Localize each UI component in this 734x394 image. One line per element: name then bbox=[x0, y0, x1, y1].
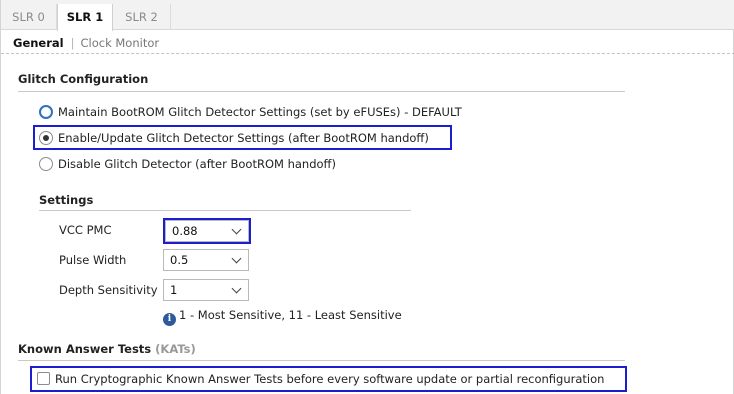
vcc-pmc-value: 0.88 bbox=[172, 224, 198, 238]
kat-section-rule bbox=[18, 360, 625, 361]
kat-title-suffix: (KATs) bbox=[155, 342, 196, 356]
pulse-width-label: Pulse Width bbox=[59, 253, 127, 267]
chevron-down-icon bbox=[231, 283, 242, 294]
tab-clock-monitor[interactable]: Clock Monitor bbox=[80, 36, 159, 50]
configuration-panel: SLR 0 SLR 1 SLR 2 General | Clock Monitor … bbox=[0, 0, 734, 394]
radio-label: Enable/Update Glitch Detector Settings (… bbox=[58, 131, 429, 145]
sub-tab-bar: General | Clock Monitor bbox=[13, 35, 159, 51]
radio-button[interactable] bbox=[39, 131, 53, 145]
settings-heading: Settings bbox=[39, 193, 94, 207]
kat-checkbox-label: Run Cryptographic Known Answer Tests bef… bbox=[55, 372, 605, 386]
sensitivity-hint: i1 - Most Sensitive, 11 - Least Sensitiv… bbox=[163, 307, 402, 326]
pulse-width-value: 0.5 bbox=[170, 253, 189, 267]
tab-slr-0[interactable]: SLR 0 bbox=[1, 4, 57, 30]
depth-sensitivity-select[interactable]: 1 bbox=[163, 279, 249, 301]
kat-checkbox[interactable] bbox=[37, 372, 50, 385]
divider bbox=[1, 53, 734, 54]
depth-sensitivity-label: Depth Sensitivity bbox=[59, 283, 158, 297]
chevron-down-icon bbox=[231, 253, 242, 264]
kat-title: Known Answer Tests bbox=[18, 342, 152, 356]
tab-separator: | bbox=[70, 36, 75, 50]
radio-button[interactable] bbox=[39, 157, 53, 171]
settings-section-rule bbox=[39, 210, 411, 211]
chevron-down-icon bbox=[231, 224, 242, 235]
glitch-section-rule bbox=[18, 91, 625, 92]
vcc-pmc-label: VCC PMC bbox=[59, 223, 112, 237]
tab-slr-2[interactable]: SLR 2 bbox=[113, 4, 171, 30]
slr-tab-bar: SLR 0 SLR 1 SLR 2 bbox=[1, 0, 734, 31]
glitch-configuration-heading: Glitch Configuration bbox=[18, 72, 149, 86]
radio-button[interactable] bbox=[39, 105, 53, 119]
info-icon: i bbox=[163, 313, 176, 326]
sensitivity-hint-text: 1 - Most Sensitive, 11 - Least Sensitive bbox=[179, 308, 402, 322]
depth-sensitivity-value: 1 bbox=[170, 283, 178, 297]
kat-heading: Known Answer Tests (KATs) bbox=[18, 342, 196, 356]
tab-general[interactable]: General bbox=[13, 36, 64, 50]
vcc-pmc-select[interactable]: 0.88 bbox=[165, 220, 249, 242]
tab-slr-1[interactable]: SLR 1 bbox=[57, 4, 113, 31]
radio-label: Maintain BootROM Glitch Detector Setting… bbox=[58, 105, 462, 119]
pulse-width-select[interactable]: 0.5 bbox=[163, 249, 249, 271]
radio-label: Disable Glitch Detector (after BootROM h… bbox=[58, 157, 336, 171]
